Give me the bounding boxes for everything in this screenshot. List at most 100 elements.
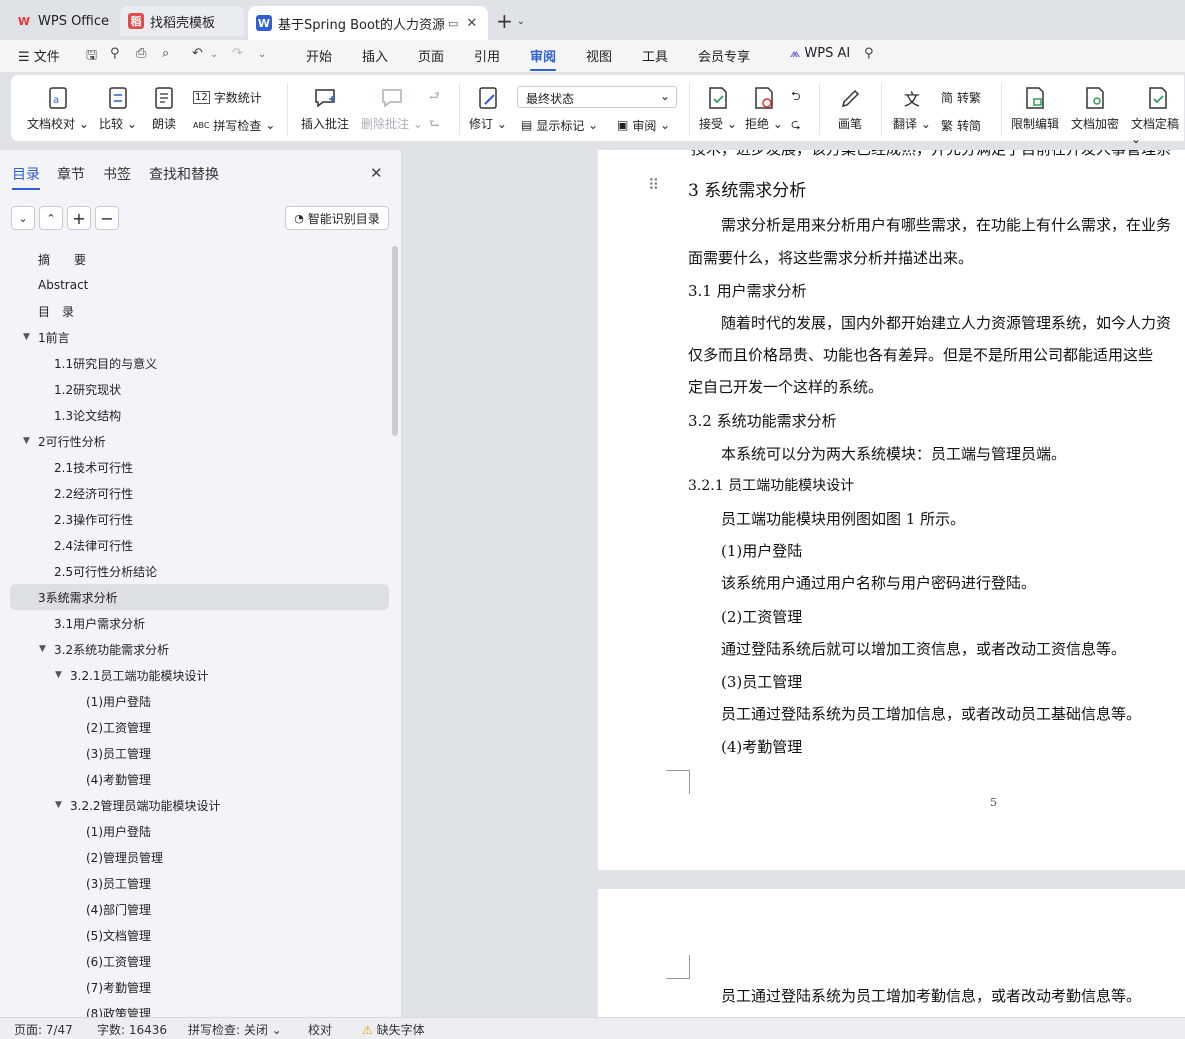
spell-check-button[interactable]: ABC 拼写检查 ⌄	[193, 115, 275, 135]
menu-review[interactable]: 审阅	[530, 46, 557, 71]
menu-member[interactable]: 会员专享	[698, 46, 750, 65]
expand-triangle-icon[interactable]: ▼	[55, 800, 62, 810]
search-icon[interactable]: ⚲	[864, 46, 874, 61]
expand-triangle-icon[interactable]: ▼	[23, 436, 30, 446]
previous-change-icon[interactable]: ⮌	[791, 87, 801, 107]
toc-item[interactable]: 摘 要	[0, 246, 401, 272]
track-changes-button[interactable]: 修订 ⌄	[469, 85, 507, 132]
menu-insert[interactable]: 插入	[362, 46, 388, 65]
toc-item[interactable]: (1)用户登陆	[0, 818, 401, 844]
restrict-edit-button[interactable]: 限制编辑	[1011, 85, 1059, 132]
toc-item[interactable]: (2)管理员管理	[0, 844, 401, 870]
undo-dropdown-icon[interactable]: ⌄	[210, 49, 218, 60]
toc-item[interactable]: 1.2研究现状	[0, 376, 401, 402]
document-page-next[interactable]: 员工通过登陆系统为员工增加考勤信息，或者改动考勤信息等。	[598, 889, 1185, 1017]
toc-item[interactable]: ▼ 3.2系统功能需求分析	[0, 636, 401, 662]
toc-item[interactable]: 2.3操作可行性	[0, 506, 401, 532]
tab-wps-office[interactable]: W WPS Office	[8, 6, 116, 36]
sidebar-scrollbar[interactable]	[392, 246, 398, 436]
menu-view[interactable]: 视图	[586, 46, 612, 65]
toc-item[interactable]: 1.1研究目的与意义	[0, 350, 401, 376]
toc-item[interactable]: 1.3论文结构	[0, 402, 401, 428]
toc-item[interactable]: 2.2经济可行性	[0, 480, 401, 506]
toc-item[interactable]: ▼ 1前言	[0, 324, 401, 350]
delete-comment-button[interactable]: 删除批注 ⌄	[361, 85, 423, 132]
menu-reference[interactable]: 引用	[474, 46, 500, 65]
tab-sections[interactable]: 章节	[57, 164, 85, 184]
to-traditional-button[interactable]: 简转繁	[941, 87, 981, 107]
toc-item[interactable]: Abstract	[0, 272, 401, 298]
tab-bookmarks[interactable]: 书签	[103, 164, 131, 184]
undo-icon[interactable]: ↶	[192, 46, 203, 61]
toc-item[interactable]: (3)员工管理	[0, 740, 401, 766]
expand-up-button[interactable]: ⌃	[39, 206, 63, 230]
print-preview-icon[interactable]: ⌕	[162, 46, 169, 61]
toc-item[interactable]: 3系统需求分析	[10, 584, 389, 610]
collapse-all-button[interactable]: ⌄	[11, 206, 35, 230]
close-pane-icon[interactable]: ✕	[370, 164, 383, 182]
file-menu[interactable]: ☰ 文件	[18, 46, 60, 65]
tab-find-replace[interactable]: 查找和替换	[149, 164, 219, 184]
toc-item[interactable]: (8)政策管理	[0, 1000, 401, 1018]
reject-button[interactable]: 拒绝 ⌄	[745, 85, 783, 132]
toc-item[interactable]: ▼ 2可行性分析	[0, 428, 401, 454]
review-pane-button[interactable]: ▣ 审阅 ⌄	[617, 115, 670, 135]
link-icon[interactable]: ⚲	[110, 46, 120, 61]
smart-toc-button[interactable]: ◔ 智能识别目录	[285, 206, 389, 230]
menu-tools[interactable]: 工具	[642, 46, 668, 65]
markup-status-select[interactable]: 最终状态 ⌄	[517, 86, 677, 108]
toc-item[interactable]: 3.1用户需求分析	[0, 610, 401, 636]
previous-comment-icon[interactable]: ⮐	[429, 87, 440, 107]
tab-current-document[interactable]: W 基于Spring Boot的人力资源管 ▭ ✕	[248, 6, 488, 40]
proofread-button[interactable]: a 文档校对 ⌄	[27, 85, 89, 132]
menu-start[interactable]: 开始	[306, 46, 332, 65]
expand-triangle-icon[interactable]: ▼	[23, 332, 30, 342]
document-page[interactable]: 技术，进步发展，该方案已经成熟，并充分满足了目前在开发人事管理系 ⠿ 3 系统需…	[598, 150, 1185, 870]
toc-item[interactable]: 2.1技术可行性	[0, 454, 401, 480]
tab-toc[interactable]: 目录	[12, 164, 40, 190]
wps-ai-button[interactable]: ⩕ WPS AI	[790, 46, 850, 61]
insert-comment-button[interactable]: 插入批注	[301, 85, 349, 132]
spell-check-status[interactable]: 拼写检查: 关闭 ⌄	[188, 1021, 282, 1038]
drag-handle-icon[interactable]: ⠿	[648, 176, 659, 194]
expand-triangle-icon[interactable]: ▼	[39, 644, 46, 654]
toc-item[interactable]: 目 录	[0, 298, 401, 324]
toc-item[interactable]: (3)员工管理	[0, 870, 401, 896]
finalize-button[interactable]: 文档定稿 ⌄	[1131, 85, 1184, 146]
missing-font-status[interactable]: ⚠ 缺失字体	[362, 1021, 425, 1038]
word-count-button[interactable]: 12 字数统计	[193, 87, 262, 107]
toc-item[interactable]: 2.5可行性分析结论	[0, 558, 401, 584]
toc-item[interactable]: (2)工资管理	[0, 714, 401, 740]
remove-heading-button[interactable]: −	[95, 206, 119, 230]
expand-triangle-icon[interactable]: ▼	[55, 670, 62, 680]
toc-item[interactable]: (4)考勤管理	[0, 766, 401, 792]
pen-button[interactable]: 画笔	[837, 85, 863, 132]
close-tab-icon[interactable]: ✕	[466, 16, 477, 31]
tab-docer[interactable]: 稻 找稻壳模板	[120, 6, 244, 36]
print-icon[interactable]: ⎙	[136, 46, 146, 61]
to-simplified-button[interactable]: 繁转简	[941, 115, 981, 135]
word-count-status[interactable]: 字数: 16436	[97, 1021, 167, 1038]
new-tab-button[interactable]: + ⌄	[496, 6, 532, 36]
next-comment-icon[interactable]: ⮑	[429, 115, 440, 135]
toc-item[interactable]: ▼ 3.2.2管理员端功能模块设计	[0, 792, 401, 818]
toc-item[interactable]: (4)部门管理	[0, 896, 401, 922]
toc-item[interactable]: (1)用户登陆	[0, 688, 401, 714]
toc-item[interactable]: ▼ 3.2.1员工端功能模块设计	[0, 662, 401, 688]
toc-item[interactable]: 2.4法律可行性	[0, 532, 401, 558]
add-heading-button[interactable]: +	[67, 206, 91, 230]
next-change-icon[interactable]: ⮎	[791, 115, 801, 135]
toc-item[interactable]: (6)工资管理	[0, 948, 401, 974]
menu-page[interactable]: 页面	[418, 46, 444, 65]
translate-button[interactable]: 文 翻译 ⌄	[893, 85, 931, 132]
redo-icon[interactable]: ↷	[232, 46, 243, 61]
accept-button[interactable]: 接受 ⌄	[699, 85, 737, 132]
show-markup-button[interactable]: ▤ 显示标记 ⌄	[521, 115, 598, 135]
more-quick-access-icon[interactable]: ⌄	[258, 49, 266, 60]
read-aloud-button[interactable]: 朗读	[151, 85, 177, 132]
page-indicator[interactable]: 页面: 7/47	[14, 1021, 73, 1038]
proof-status[interactable]: 校对	[308, 1021, 332, 1038]
save-icon[interactable]: 🖫	[86, 46, 97, 68]
toc-item[interactable]: (5)文档管理	[0, 922, 401, 948]
compare-button[interactable]: 比较 ⌄	[99, 85, 137, 132]
